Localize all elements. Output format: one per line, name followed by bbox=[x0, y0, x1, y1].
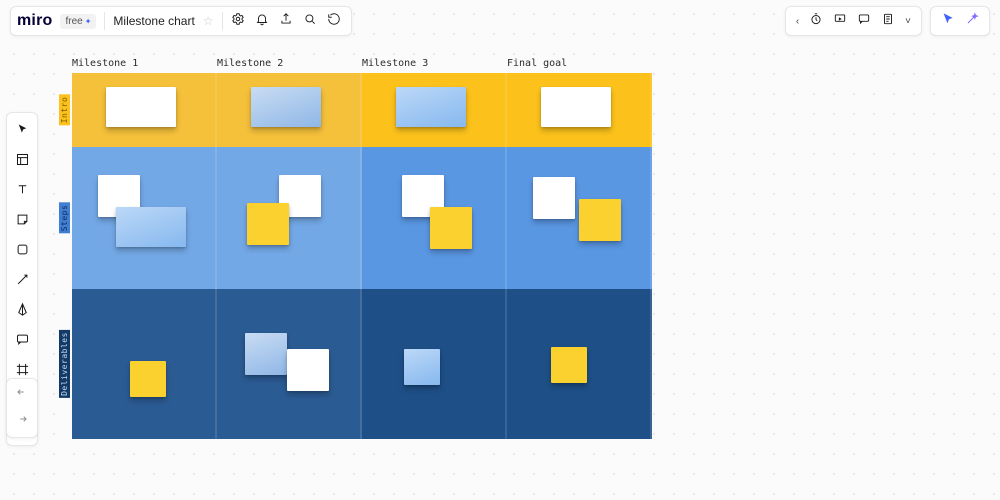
sticky-note[interactable] bbox=[430, 207, 472, 249]
chevron-down-icon[interactable]: ˅ bbox=[905, 16, 911, 27]
sticky-tool-icon[interactable] bbox=[12, 209, 32, 229]
cell[interactable] bbox=[217, 73, 362, 147]
cell[interactable] bbox=[72, 147, 217, 289]
divider bbox=[222, 12, 223, 30]
cell[interactable] bbox=[217, 147, 362, 289]
top-bar-left: miro free✦ Milestone chart ☆ bbox=[10, 6, 352, 36]
divider bbox=[104, 12, 105, 30]
sticky-note[interactable] bbox=[533, 177, 575, 219]
row-steps: Steps bbox=[72, 147, 652, 289]
pen-tool-icon[interactable] bbox=[12, 299, 32, 319]
board-title[interactable]: Milestone chart bbox=[113, 14, 194, 28]
comment-tool-icon[interactable] bbox=[12, 329, 32, 349]
sticky-note[interactable] bbox=[287, 349, 329, 391]
shape-tool-icon[interactable] bbox=[12, 239, 32, 259]
sticky-note[interactable] bbox=[404, 349, 440, 385]
col-header[interactable]: Final goal bbox=[507, 58, 652, 69]
comment-mode-icon[interactable] bbox=[857, 12, 871, 31]
templates-icon[interactable] bbox=[12, 149, 32, 169]
collab-tools-panel: ‹ ˅ bbox=[785, 6, 922, 36]
sticky-note[interactable] bbox=[251, 87, 321, 127]
cell[interactable] bbox=[72, 289, 217, 439]
column-headers: Milestone 1 Milestone 2 Milestone 3 Fina… bbox=[72, 58, 652, 69]
row-label-intro[interactable]: Intro bbox=[59, 95, 70, 126]
top-bar-right: ‹ ˅ bbox=[785, 6, 990, 36]
sticky-note[interactable] bbox=[541, 87, 611, 127]
cell[interactable] bbox=[72, 73, 217, 147]
connect-tool-icon[interactable] bbox=[12, 269, 32, 289]
col-header[interactable]: Milestone 2 bbox=[217, 58, 362, 69]
sticky-note[interactable] bbox=[396, 87, 466, 127]
bell-icon[interactable] bbox=[255, 12, 269, 31]
sticky-note[interactable] bbox=[106, 87, 176, 127]
plan-star: ✦ bbox=[85, 17, 92, 26]
cursor-mode-panel bbox=[930, 6, 990, 36]
cell[interactable] bbox=[507, 73, 652, 147]
undo-redo-panel bbox=[6, 378, 38, 438]
notes-icon[interactable] bbox=[881, 12, 895, 31]
expand-left-icon[interactable]: ‹ bbox=[796, 16, 799, 27]
plan-badge[interactable]: free✦ bbox=[60, 14, 96, 29]
cell[interactable] bbox=[362, 73, 507, 147]
select-tool-icon[interactable] bbox=[12, 119, 32, 139]
col-header[interactable]: Milestone 1 bbox=[72, 58, 217, 69]
present-icon[interactable] bbox=[833, 12, 847, 31]
wand-icon[interactable] bbox=[965, 12, 979, 31]
sticky-note[interactable] bbox=[247, 203, 289, 245]
cell[interactable] bbox=[362, 289, 507, 439]
cell[interactable] bbox=[362, 147, 507, 289]
sticky-note[interactable] bbox=[116, 207, 186, 247]
col-header[interactable]: Milestone 3 bbox=[362, 58, 507, 69]
row-deliverables: Deliverables bbox=[72, 289, 652, 439]
favorite-star-icon[interactable]: ☆ bbox=[203, 14, 214, 28]
history-icon[interactable] bbox=[327, 12, 341, 31]
search-icon[interactable] bbox=[303, 12, 317, 31]
row-label-steps[interactable]: Steps bbox=[59, 203, 70, 234]
cell[interactable] bbox=[217, 289, 362, 439]
sticky-note[interactable] bbox=[245, 333, 287, 375]
export-icon[interactable] bbox=[279, 12, 293, 31]
undo-icon[interactable] bbox=[15, 385, 29, 404]
row-intro: Intro bbox=[72, 73, 652, 147]
sticky-note[interactable] bbox=[579, 199, 621, 241]
sticky-note[interactable] bbox=[130, 361, 166, 397]
miro-logo[interactable]: miro bbox=[17, 12, 52, 30]
sticky-note[interactable] bbox=[551, 347, 587, 383]
frame-tool-icon[interactable] bbox=[12, 359, 32, 379]
cursor-icon[interactable] bbox=[941, 12, 955, 31]
milestone-board[interactable]: Milestone 1 Milestone 2 Milestone 3 Fina… bbox=[72, 58, 652, 439]
timer-icon[interactable] bbox=[809, 12, 823, 31]
settings-icon[interactable] bbox=[231, 12, 245, 31]
cell[interactable] bbox=[507, 289, 652, 439]
text-tool-icon[interactable] bbox=[12, 179, 32, 199]
row-label-deliverables[interactable]: Deliverables bbox=[59, 330, 70, 398]
redo-icon[interactable] bbox=[15, 412, 29, 431]
plan-label: free bbox=[65, 16, 82, 27]
board-action-icons bbox=[231, 12, 341, 31]
cell[interactable] bbox=[507, 147, 652, 289]
